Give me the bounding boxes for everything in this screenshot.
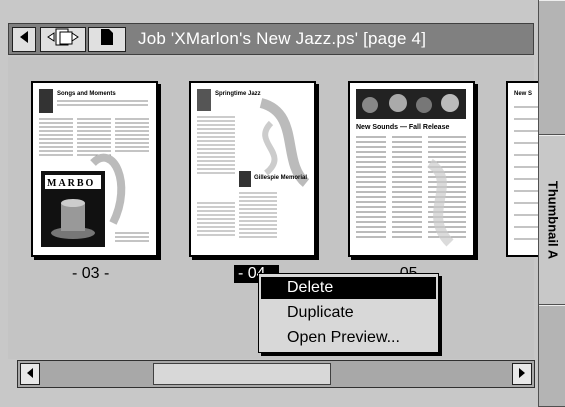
single-page-icon [99, 27, 115, 52]
side-tab-bottom[interactable] [539, 305, 565, 407]
multi-page-icon [46, 27, 80, 52]
thumbnail-art-text: MARBO [47, 178, 95, 189]
thumbnail-heading: Springtime Jazz [215, 91, 261, 97]
page-thumbnail[interactable]: Songs and Moments MARBO [31, 81, 158, 257]
tab-thumbnail[interactable]: Thumbnail A [539, 135, 565, 305]
side-tab-top[interactable] [539, 0, 565, 135]
job-title: Job 'XMarlon's New Jazz.ps' [page 4] [138, 29, 427, 48]
scrollbar-thumb[interactable] [153, 363, 331, 385]
triangle-left-icon [26, 365, 34, 383]
thumbnail-heading: New Sounds — Fall Release [356, 124, 449, 131]
prev-button[interactable] [12, 27, 36, 52]
triangle-left-icon [18, 30, 30, 49]
thumbnail-heading: Songs and Moments [57, 91, 116, 97]
page-label: - 03 - [72, 265, 110, 282]
context-menu: Delete Duplicate Open Preview... [258, 273, 439, 353]
page-thumbnail[interactable]: New Sounds — Fall Release [348, 81, 475, 257]
thumbnail-heading: New S [514, 91, 532, 97]
page-thumbnail-selected[interactable]: Springtime Jazz Gillespie Memorial [189, 81, 316, 257]
multi-page-view-button[interactable] [40, 27, 86, 52]
scroll-right-button[interactable] [512, 363, 532, 385]
scroll-left-button[interactable] [20, 363, 40, 385]
menu-item-delete[interactable]: Delete [261, 277, 436, 299]
triangle-right-icon [518, 365, 526, 383]
single-page-view-button[interactable] [88, 27, 126, 52]
thumbnail-subheading: Gillespie Memorial [254, 175, 307, 181]
tab-thumbnail-label: Thumbnail A [545, 180, 560, 260]
menu-item-open-preview[interactable]: Open Preview... [261, 327, 436, 349]
menu-item-duplicate[interactable]: Duplicate [261, 302, 436, 324]
toolbar: Job 'XMarlon's New Jazz.ps' [page 4] [8, 23, 534, 55]
side-panel: Thumbnail A [538, 0, 565, 407]
horizontal-scrollbar[interactable] [17, 360, 535, 388]
